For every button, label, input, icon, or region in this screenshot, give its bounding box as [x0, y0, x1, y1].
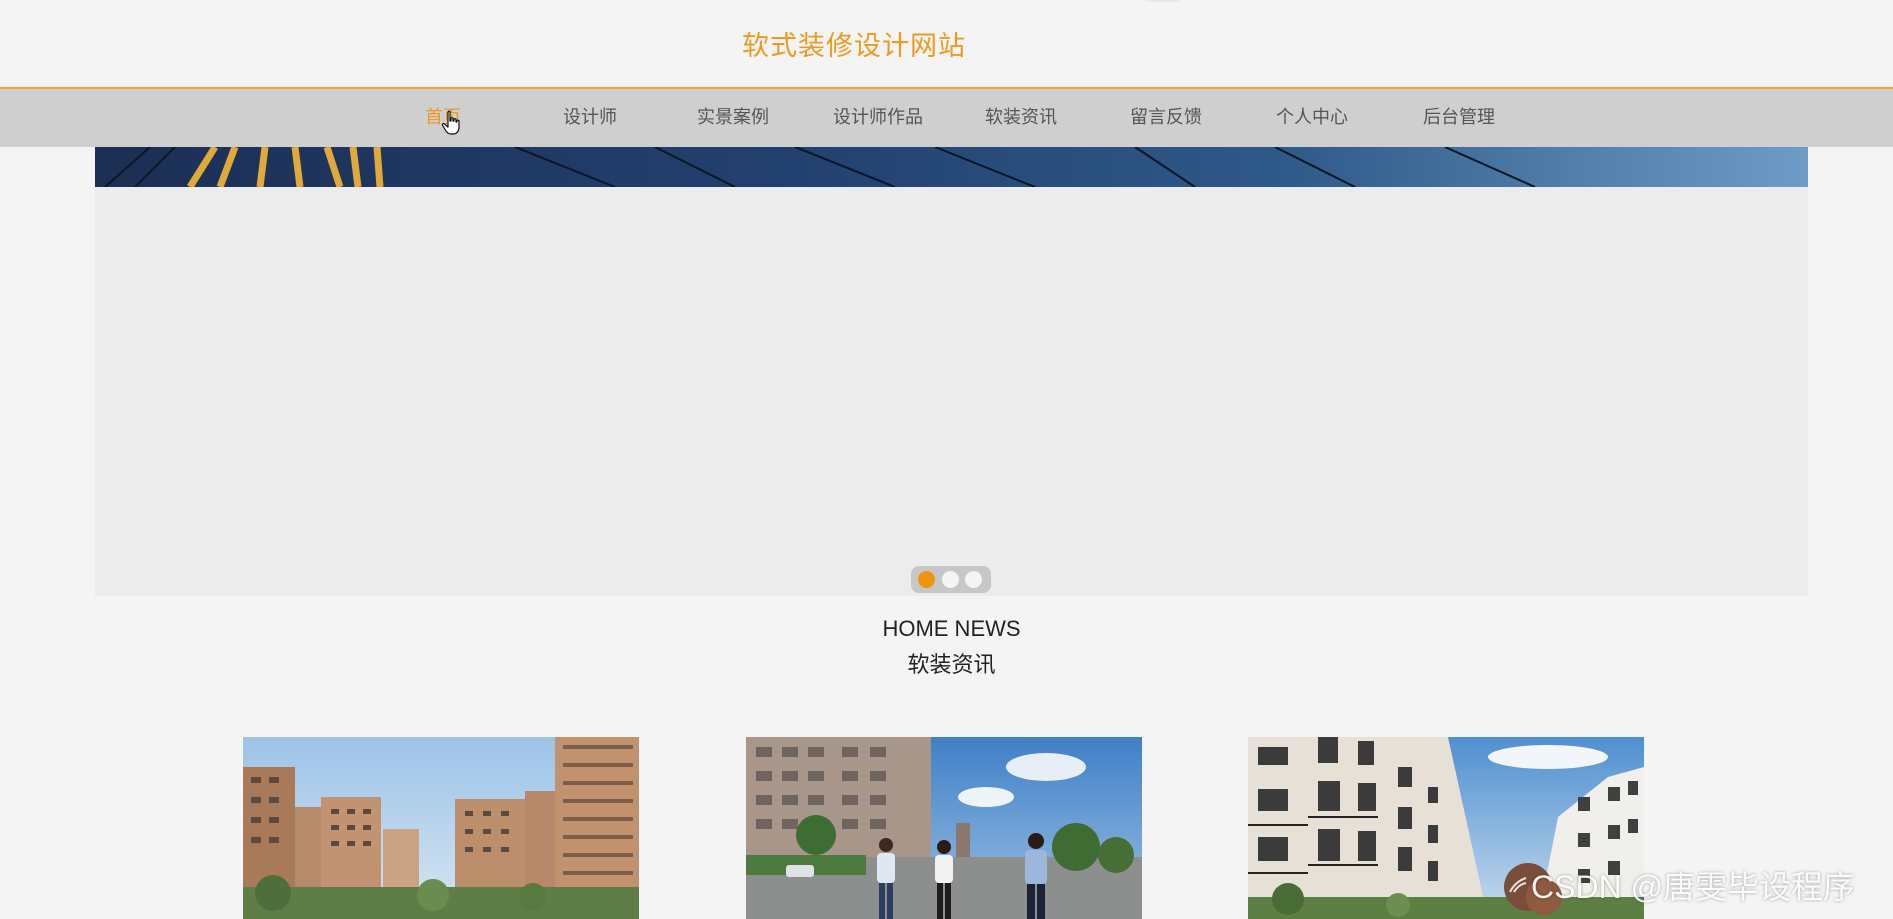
section-heading-en: HOME NEWS — [882, 616, 1021, 641]
nav-item-admin[interactable]: 后台管理 — [1414, 89, 1504, 147]
nav-item-personal-center[interactable]: 个人中心 — [1267, 89, 1357, 147]
carousel-dot-2[interactable] — [942, 571, 959, 588]
banner-carousel[interactable] — [95, 147, 1808, 596]
carousel-dot-1[interactable] — [918, 571, 935, 588]
residential-towers-photo — [243, 737, 639, 919]
page: 软式装修设计网站 首页 设计师 实景案例 设计师作品 软装资讯 留言反馈 个人中… — [0, 0, 1893, 919]
section-heading-cn: 软装资讯 — [907, 653, 996, 678]
header-decoration — [1138, 0, 1186, 2]
csdn-watermark-text: CSDN @唐雯毕设程序 — [1531, 869, 1856, 905]
main-nav: 首页 设计师 实景案例 设计师作品 软装资讯 留言反馈 个人中心 后台管理 — [0, 89, 1893, 147]
nav-item-cases[interactable]: 实景案例 — [688, 89, 778, 147]
site-header: 软式装修设计网站 — [0, 0, 1893, 89]
nav-item-designer-works[interactable]: 设计师作品 — [828, 89, 928, 147]
people-walking-street-photo — [746, 737, 1142, 919]
site-title[interactable]: 软式装修设计网站 — [742, 24, 966, 63]
carousel-dot-3[interactable] — [965, 571, 982, 588]
carousel-dots — [911, 566, 991, 593]
banner-image-strip — [95, 147, 1808, 187]
hand-cursor-icon — [441, 110, 460, 135]
news-card-2[interactable] — [746, 737, 1142, 919]
news-card-1[interactable] — [243, 737, 639, 919]
nav-item-soft-news[interactable]: 软装资讯 — [976, 89, 1066, 147]
nav-item-designers[interactable]: 设计师 — [550, 89, 630, 147]
nav-item-feedback[interactable]: 留言反馈 — [1121, 89, 1211, 147]
csdn-watermark-icon — [1509, 877, 1527, 893]
